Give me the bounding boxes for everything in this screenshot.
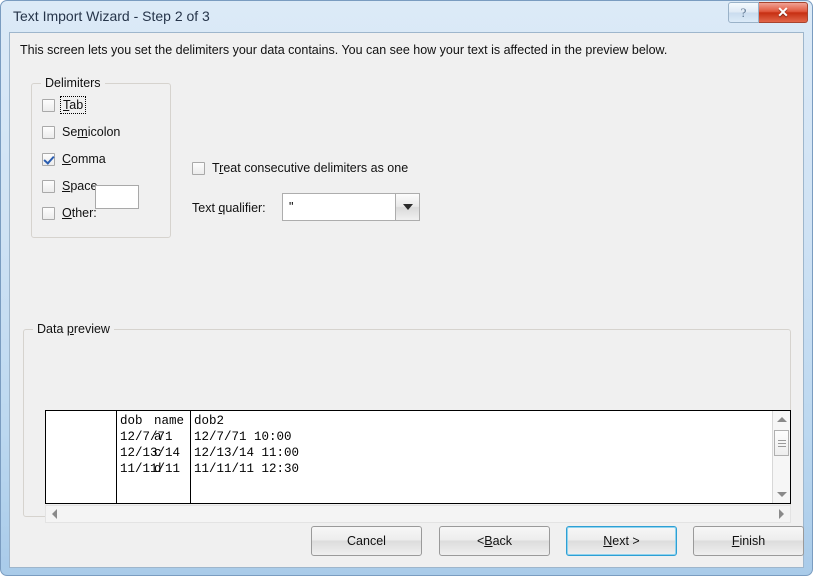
label-rest-other: ther: <box>71 206 97 220</box>
preview-header-cell: dob2 <box>194 414 225 428</box>
preview-vertical-scrollbar[interactable] <box>772 411 790 503</box>
checkbox-space[interactable]: Space <box>42 179 97 193</box>
label-rest-tab: ab <box>69 98 84 112</box>
accel-char-next: N <box>603 534 613 548</box>
label-rest-comma: omma <box>71 152 106 166</box>
checkbox-comma[interactable]: Comma <box>42 152 106 166</box>
dialog-body: This screen lets you set the delimiters … <box>9 32 804 568</box>
next-label-rest: ext > <box>612 534 640 548</box>
grip-icon <box>777 439 786 447</box>
checkbox-label-semicolon: Semicolon <box>62 125 120 139</box>
data-preview-group: Data preview name dob dob2 a 12/7/71 12/… <box>23 322 791 523</box>
scroll-up-icon[interactable] <box>773 411 790 428</box>
scroll-down-icon[interactable] <box>773 486 790 503</box>
checkbox-box-consecutive[interactable] <box>192 161 205 175</box>
scroll-left-icon[interactable] <box>46 506 63 522</box>
checkbox-box-space[interactable] <box>42 179 55 193</box>
preview-grid: name dob dob2 a 12/7/71 12/7/71 10:00 c … <box>46 411 773 503</box>
chevron-down-icon[interactable] <box>395 194 419 220</box>
finish-label-rest: inish <box>739 534 766 548</box>
checkbox-box-tab[interactable] <box>42 98 55 112</box>
text-qualifier-value: " <box>289 200 294 214</box>
other-delimiter-input[interactable] <box>95 185 139 209</box>
preview-cell: 11/11/11 12:30 <box>194 462 300 476</box>
label-rest-consecutive: eat consecutive delimiters as one <box>223 161 409 175</box>
text-qualifier-label: Text qualifier: <box>192 201 266 215</box>
scroll-right-icon[interactable] <box>773 506 790 522</box>
checkbox-box-comma[interactable] <box>42 152 55 166</box>
label-pre-preview: Data <box>37 322 67 336</box>
label-rest-space: pace <box>70 179 98 193</box>
delimiters-group: Delimiters Tab Semicolon Comma Space Oth… <box>31 76 171 238</box>
label-rest-qualifier: ualifier: <box>225 201 266 215</box>
vertical-scroll-thumb[interactable] <box>774 430 789 456</box>
dialog-window: Text Import Wizard - Step 2 of 3 ? ✕ Thi… <box>0 0 813 576</box>
dialog-content: This screen lets you set the delimiters … <box>10 33 804 567</box>
label-pre-semicolon: Se <box>62 125 78 139</box>
accel-char-back: B <box>484 534 493 548</box>
data-preview-legend: Data preview <box>33 322 114 336</box>
data-preview-pane[interactable]: name dob dob2 a 12/7/71 12/7/71 10:00 c … <box>45 410 791 504</box>
checkbox-label-tab: Tab <box>59 96 87 114</box>
triangle-down-glyph <box>402 204 413 210</box>
title-bar[interactable]: Text Import Wizard - Step 2 of 3 ? ✕ <box>1 1 812 32</box>
accel-char-preview: p <box>66 322 74 336</box>
next-button[interactable]: Next > <box>566 526 677 556</box>
cancel-button[interactable]: Cancel <box>311 526 422 556</box>
preview-horizontal-scrollbar[interactable] <box>45 505 791 523</box>
label-rest-preview: review <box>73 322 110 336</box>
back-label-pre: < <box>476 534 485 548</box>
accel-char-finish: F <box>731 534 740 548</box>
preview-cell: 12/7/71 10:00 <box>194 430 292 444</box>
back-button[interactable]: < Back <box>439 526 550 556</box>
accel-char-other: O <box>62 206 72 220</box>
triangle-left-glyph <box>52 509 57 519</box>
label-pre-qualifier: Text <box>192 201 219 215</box>
text-qualifier-select[interactable]: " <box>282 193 420 221</box>
triangle-down-glyph <box>776 492 787 497</box>
preview-cell: 11/11/11 <box>120 462 181 476</box>
delimiters-legend: Delimiters <box>41 76 105 90</box>
finish-button[interactable]: Finish <box>693 526 804 556</box>
triangle-up-glyph <box>776 417 787 422</box>
preview-cell: 12/13/14 11:00 <box>194 446 300 460</box>
triangle-right-glyph <box>779 509 784 519</box>
window-controls: ? ✕ <box>728 2 808 23</box>
checkbox-box-semicolon[interactable] <box>42 125 55 139</box>
checkbox-tab[interactable]: Tab <box>42 96 87 114</box>
checkbox-other[interactable]: Other: <box>42 206 97 220</box>
accel-char-comma: C <box>62 152 72 166</box>
dialog-button-row: Cancel < Back Next > Finish <box>10 526 804 562</box>
help-icon[interactable]: ? <box>728 2 759 23</box>
checkbox-label-consecutive: Treat consecutive delimiters as one <box>212 161 408 175</box>
checkbox-label-space: Space <box>62 179 97 193</box>
close-icon[interactable]: ✕ <box>759 2 808 23</box>
preview-cell: 12/13/14 <box>120 446 181 460</box>
preview-text-layer: name dob dob2 a 12/7/71 12/7/71 10:00 c … <box>49 413 299 503</box>
accel-char-semicolon: m <box>77 125 88 139</box>
checkbox-label-other: Other: <box>62 206 97 220</box>
checkbox-semicolon[interactable]: Semicolon <box>42 125 120 139</box>
checkbox-label-comma: Comma <box>62 152 106 166</box>
instruction-text: This screen lets you set the delimiters … <box>20 43 668 57</box>
checkbox-box-other[interactable] <box>42 206 55 220</box>
window-title: Text Import Wizard - Step 2 of 3 <box>13 8 210 24</box>
checkbox-consecutive-delimiters[interactable]: Treat consecutive delimiters as one <box>192 161 408 175</box>
preview-cell: 12/7/71 <box>120 430 173 444</box>
label-rest-semicolon: icolon <box>87 125 121 139</box>
preview-header-cell: dob <box>120 414 143 428</box>
back-label-rest: ack <box>492 534 513 548</box>
